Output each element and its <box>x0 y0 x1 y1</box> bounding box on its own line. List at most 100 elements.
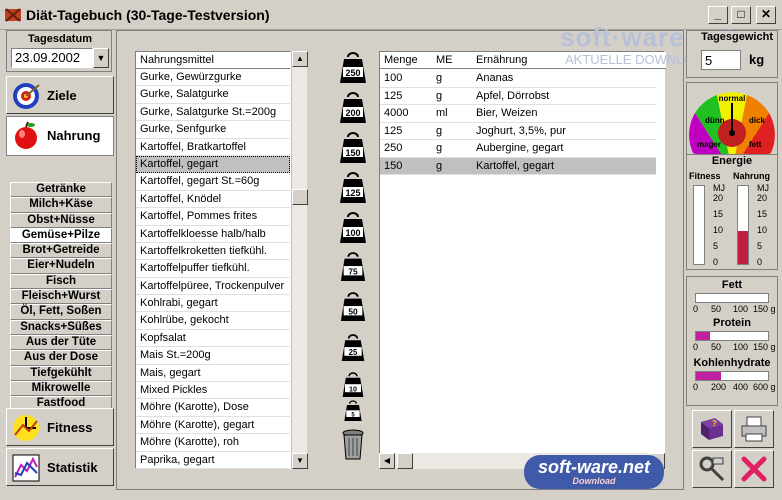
col-ernaehrung[interactable]: Ernährung <box>476 54 527 66</box>
protein-tick: 150 g <box>753 342 776 352</box>
diary-table[interactable]: Menge ME Ernährung 100 g Ananas 125 g Apfel, … <box>379 51 666 469</box>
energy-tick: 5 <box>757 241 763 251</box>
food-list-item[interactable]: Kartoffelpuffer tiefkühl. <box>136 260 290 278</box>
protein-bar <box>695 331 769 341</box>
category-item[interactable]: Milch+Käse <box>10 197 112 213</box>
weight-100-button[interactable]: 100 <box>338 211 368 245</box>
weight-input[interactable]: 5 <box>701 50 741 70</box>
food-list-item[interactable]: Gurke, Salatgurke <box>136 86 290 104</box>
kohlenhydrate-title: Kohlenhydrate <box>693 357 771 369</box>
hscroll-thumb[interactable] <box>397 453 413 469</box>
weight-icon: 100 <box>340 212 366 243</box>
table-row[interactable]: 4000 ml Bier, Weizen <box>380 105 656 123</box>
apple-icon <box>15 121 37 149</box>
tools-icon <box>699 456 725 482</box>
food-list-item[interactable]: Gurke, Gewürzgurke <box>136 69 290 87</box>
scroll-left-button[interactable]: ◀ <box>379 453 395 469</box>
fett-tick: 150 g <box>753 304 776 314</box>
weight-200-button[interactable]: 200 <box>338 91 368 125</box>
food-list-item[interactable]: Kohlrübe, gekocht <box>136 312 290 330</box>
col-menge[interactable]: Menge <box>384 54 418 66</box>
weight-125-button[interactable]: 125 <box>338 171 368 205</box>
energy-title: Energie <box>711 155 753 167</box>
trash-button[interactable] <box>340 427 366 461</box>
weight-5-button[interactable]: 5 <box>343 399 363 423</box>
category-item[interactable]: Brot+Getreide <box>10 243 112 259</box>
nav-nahrung-button[interactable]: Nahrung <box>6 116 114 156</box>
cell-me: ml <box>436 107 448 119</box>
food-list-item[interactable]: Kartoffel, gegart St.=60g <box>136 173 290 191</box>
weight-50-button[interactable]: 50 <box>339 291 367 323</box>
nav-statistik-button[interactable]: Statistik <box>6 448 114 486</box>
food-list-item[interactable]: Möhre (Karotte), roh <box>136 434 290 452</box>
energy-tick: 10 <box>757 225 768 235</box>
category-item[interactable]: Eier+Nudeln <box>10 258 112 274</box>
food-list-item[interactable]: Kartoffelpüree, Trockenpulver <box>136 278 290 296</box>
table-row[interactable]: 125 g Joghurt, 3,5%, pur <box>380 123 656 140</box>
category-item[interactable]: Aus der Tüte <box>10 334 112 351</box>
food-list-item[interactable]: Kartoffel, Bratkartoffel <box>136 139 290 156</box>
weight-label: 75 <box>348 266 358 276</box>
scroll-thumb[interactable] <box>292 189 308 205</box>
food-list-item[interactable]: Kartoffel, Pommes frites <box>136 208 290 226</box>
date-dropdown-button[interactable]: ▼ <box>93 48 109 68</box>
table-row[interactable]: 250 g Aubergine, gegart <box>380 140 656 158</box>
food-list-item[interactable]: Kohlrabi, gegart <box>136 295 290 313</box>
print-button[interactable] <box>734 410 774 448</box>
food-list-item[interactable]: Mais St.=200g <box>136 347 290 365</box>
help-book-button[interactable]: ? <box>692 410 732 448</box>
nav-statistik-label: Statistik <box>47 460 98 475</box>
energy-unit: MJ <box>757 183 769 193</box>
category-item[interactable]: Fleisch+Wurst <box>10 289 112 305</box>
date-field[interactable]: 23.09.2002 <box>11 48 93 68</box>
category-item[interactable]: Gemüse+Pilze <box>10 227 112 244</box>
food-list-item[interactable]: Möhre (Karotte), gegart <box>136 417 290 435</box>
table-row[interactable]: 100 g Ananas <box>380 70 656 88</box>
food-list-scrollbar[interactable]: ▲ ▼ <box>291 51 308 469</box>
category-item[interactable]: Obst+Nüsse <box>10 212 112 228</box>
food-list-item[interactable]: Paprika, gegart <box>136 452 290 469</box>
food-list-item[interactable]: Mixed Pickles <box>136 382 290 400</box>
category-item[interactable]: Snacks+Süßes <box>10 319 112 335</box>
food-list-item[interactable]: Kartoffel, Knödel <box>136 191 290 209</box>
weight-250-button[interactable]: 250 <box>338 51 368 85</box>
energy-box: Energie Fitness Nahrung MJ 20 15 10 5 0 MJ 20 15… <box>686 154 778 270</box>
nav-ziele-button[interactable]: Ziele <box>6 76 114 114</box>
food-list-item[interactable]: Kopfsalat <box>136 330 290 348</box>
food-list-item[interactable]: Kartoffel, gegart <box>136 155 290 174</box>
weight-10-button[interactable]: 10 <box>341 371 365 399</box>
category-item[interactable]: Tiefgekühlt <box>10 365 112 381</box>
food-list-item[interactable]: Gurke, Salatgurke St.=200g <box>136 104 290 122</box>
window-title: Diät-Tagebuch (30-Tage-Testversion) <box>26 7 270 23</box>
nav-fitness-button[interactable]: Fitness <box>6 408 114 446</box>
col-me[interactable]: ME <box>436 54 453 66</box>
cell-me: g <box>436 159 443 172</box>
category-item[interactable]: Aus der Dose <box>10 350 112 366</box>
weight-75-button[interactable]: 75 <box>339 251 367 283</box>
food-list-item[interactable]: Gurke, Senfgurke <box>136 121 290 139</box>
close-button[interactable]: ✕ <box>756 6 776 24</box>
table-row[interactable]: 150 g Kartoffel, gegart <box>380 157 656 175</box>
weight-150-button[interactable]: 150 <box>338 131 368 165</box>
weight-label: 100 <box>345 228 360 238</box>
help-book-icon: ? <box>701 418 723 440</box>
table-row[interactable]: 125 g Apfel, Dörrobst <box>380 88 656 105</box>
scroll-down-button[interactable]: ▼ <box>292 453 308 469</box>
category-item[interactable]: Fisch <box>10 273 112 290</box>
food-list[interactable]: Nahrungsmittel Gurke, Gewürzgurke Gurke, … <box>135 51 291 469</box>
weight-25-button[interactable]: 25 <box>340 333 366 363</box>
weight-label: 150 <box>345 148 360 158</box>
date-box: Tagesdatum 23.09.2002 ▼ <box>6 30 112 72</box>
cell-ernaehrung: Bier, Weizen <box>476 107 538 119</box>
category-item[interactable]: Getränke <box>10 182 112 198</box>
scroll-up-button[interactable]: ▲ <box>292 51 308 67</box>
settings-button[interactable] <box>692 450 732 488</box>
category-item[interactable]: Mikrowelle <box>10 380 112 397</box>
food-list-item[interactable]: Möhre (Karotte), Dose <box>136 399 290 417</box>
weight-label: 125 <box>345 188 360 198</box>
category-item[interactable]: Öl, Fett, Soßen <box>10 304 112 320</box>
exit-button[interactable] <box>734 450 774 488</box>
food-list-item[interactable]: Mais, gegart <box>136 365 290 383</box>
food-list-item[interactable]: Kartoffelkloesse halb/halb <box>136 226 290 243</box>
food-list-item[interactable]: Kartoffelkroketten tiefkühl. <box>136 243 290 261</box>
